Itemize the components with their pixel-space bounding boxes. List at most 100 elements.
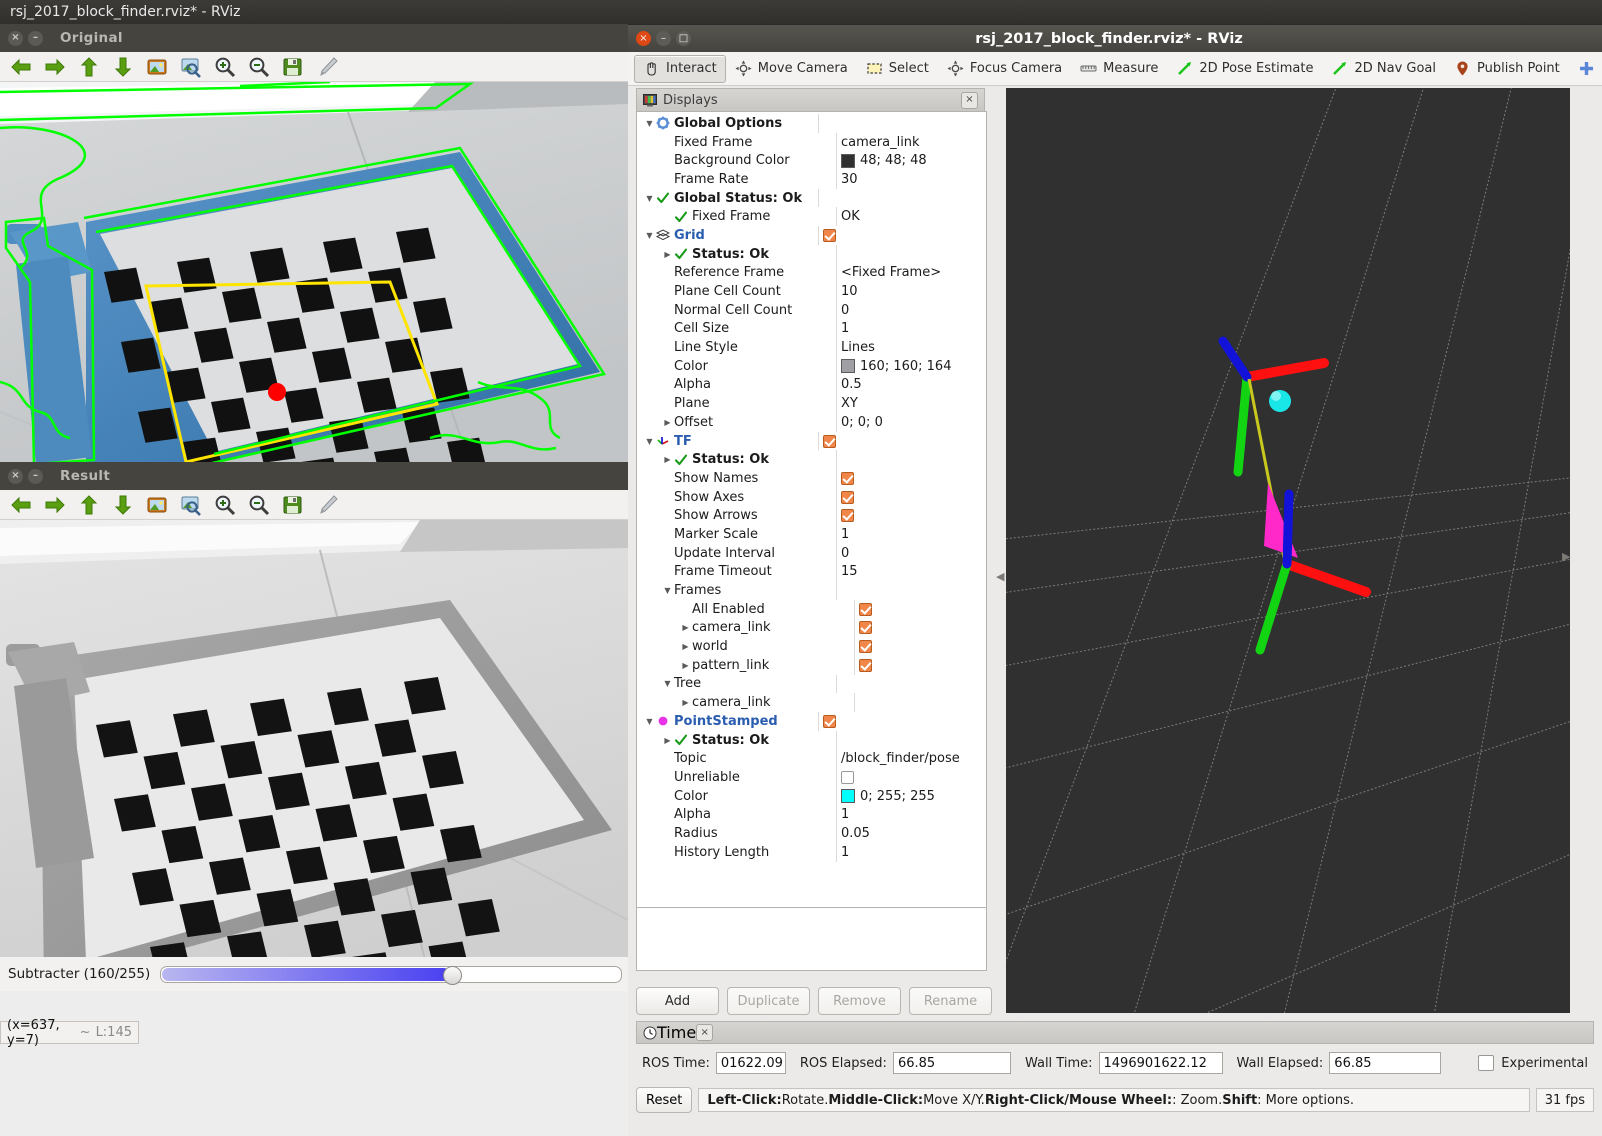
tree-row-checkbox[interactable] [859,640,872,654]
up-arrow-icon[interactable] [72,491,106,519]
tree-row-checkbox[interactable] [823,434,836,448]
twisty-expanded-icon[interactable]: ▼ [643,231,656,240]
tool-measure[interactable]: Measure [1071,55,1167,83]
color-swatch[interactable] [841,153,855,168]
tree-row-tf[interactable]: ▼ TF [637,431,975,451]
original-image-viewport[interactable] [0,82,628,464]
subtracter-slider-row[interactable]: Subtracter (160/255) [0,957,628,991]
tree-row-plane[interactable]: Plane XY [637,394,975,413]
back-arrow-icon[interactable] [4,491,38,519]
twisty-expanded-icon[interactable]: ▼ [643,119,656,128]
twisty-collapsed-icon[interactable]: ▶ [661,418,674,427]
tree-row-unreliable[interactable]: Unreliable [637,768,975,787]
time-field-input[interactable]: 66.85 [1329,1052,1442,1074]
tree-row-pattern-link[interactable]: ▶ pattern_link [637,655,975,675]
tree-row-checkbox[interactable] [841,471,854,485]
tree-row-history-length[interactable]: History Length 1 [637,842,975,862]
tree-row-reference-frame[interactable]: Reference Frame <Fixed Frame> [637,263,975,283]
twisty-expanded-icon[interactable]: ▼ [643,717,656,726]
tree-row-alpha[interactable]: Alpha 1 [637,805,975,825]
tree-row-checkbox[interactable] [859,602,872,616]
time-field-input[interactable]: 66.85 [892,1052,1011,1074]
tree-row-checkbox[interactable] [841,509,854,523]
zoom-in-icon[interactable] [208,491,242,519]
zoom-out-icon[interactable] [242,53,276,81]
tree-row-pointstamped[interactable]: ▼ PointStamped [637,712,975,731]
tree-row-camera-link[interactable]: ▶ camera_link [637,618,975,638]
tree-row-status-ok[interactable]: ▶ Status: Ok [637,730,975,750]
tool-move-camera[interactable]: Move Camera [726,55,857,83]
twisty-expanded-icon[interactable]: ▼ [661,679,674,688]
twisty-collapsed-icon[interactable]: ▶ [679,623,692,632]
tree-row-update-interval[interactable]: Update Interval 0 [637,543,975,563]
tree-row-status-ok[interactable]: ▶ Status: Ok [637,450,975,470]
tree-row-camera-link[interactable]: ▶ camera_link [637,693,975,712]
color-swatch[interactable] [841,359,855,374]
subtracter-slider-knob[interactable] [443,965,463,985]
tree-row-color[interactable]: Color 0; 255; 255 [637,786,975,806]
tool-publish-point[interactable]: Publish Point [1445,55,1569,83]
tree-row-checkbox[interactable] [823,228,836,242]
result-minimize-button[interactable]: – [28,468,43,484]
tree-row-checkbox[interactable] [841,490,854,504]
tree-row-global-status-ok[interactable]: ▼ Global Status: Ok [637,188,975,208]
original-minimize-button[interactable]: – [28,30,43,46]
forward-arrow-icon[interactable] [38,53,72,81]
image-icon[interactable] [140,53,174,81]
tree-row-all-enabled[interactable]: All Enabled [637,599,975,619]
rviz-titlebar[interactable]: × – □ rsj_2017_block_finder.rviz* - RViz [628,25,1602,52]
tree-row-tree[interactable]: ▼ Tree [637,674,975,694]
back-arrow-icon[interactable] [4,53,38,81]
brush-icon[interactable] [310,491,344,519]
plus-button[interactable] [1569,55,1602,83]
tree-row-status-ok[interactable]: ▶ Status: Ok [637,244,975,264]
tree-row-color[interactable]: Color 160; 160; 164 [637,356,975,376]
result-close-button[interactable]: × [8,468,23,484]
twisty-expanded-icon[interactable]: ▼ [643,194,656,203]
twisty-expanded-icon[interactable]: ▼ [643,437,656,446]
left-collapse-arrow-icon[interactable]: ◀ [996,570,1004,583]
add-button[interactable]: Add [636,987,719,1015]
color-swatch[interactable] [841,789,855,804]
tree-row-global-options[interactable]: ▼ Global Options [637,114,975,133]
time-fields-row[interactable]: ROS Time: 01622.09 ROS Elapsed: 66.85 Wall T… [636,1051,1594,1075]
tree-row-grid[interactable]: ▼ Grid [637,226,975,245]
tree-row-radius[interactable]: Radius 0.05 [637,824,975,843]
tree-row-marker-scale[interactable]: Marker Scale 1 [637,525,975,544]
time-field-input[interactable]: 1496901622.12 [1098,1052,1223,1074]
up-arrow-icon[interactable] [72,53,106,81]
tree-row-show-names[interactable]: Show Names [637,469,975,488]
tree-row-offset[interactable]: ▶ Offset 0; 0; 0 [637,413,975,432]
zoom-in-icon[interactable] [208,53,242,81]
tree-row-line-style[interactable]: Line Style Lines [637,338,975,357]
down-arrow-icon[interactable] [106,53,140,81]
brush-icon[interactable] [310,53,344,81]
result-window-titlebar[interactable]: × – Result [0,462,628,490]
tree-row-frames[interactable]: ▼ Frames [637,581,975,600]
rviz-maximize-button[interactable]: □ [676,31,691,46]
rviz-minimize-button[interactable]: – [656,31,671,46]
tree-row-plane-cell-count[interactable]: Plane Cell Count 10 [637,282,975,301]
original-toolbar[interactable] [0,52,628,82]
3d-viewport[interactable]: world camera_link [1006,88,1570,1013]
twisty-collapsed-icon[interactable]: ▶ [679,642,692,651]
tree-row-topic[interactable]: Topic/block_finder/pose [637,749,975,769]
tool-2d-nav-goal[interactable]: 2D Nav Goal [1322,55,1445,83]
tree-row-normal-cell-count[interactable]: Normal Cell Count 0 [637,300,975,320]
right-collapse-arrow-icon[interactable]: ▶ [1562,550,1570,563]
tree-row-frame-rate[interactable]: Frame Rate 30 [637,170,975,189]
tree-row-fixed-frame[interactable]: Fixed Frame camera_link [637,132,975,152]
tree-row-show-arrows[interactable]: Show Arrows [637,506,975,526]
tree-row-checkbox[interactable] [823,714,836,728]
tree-row-checkbox[interactable] [859,658,872,672]
displays-tree[interactable]: ▼ Global Options Fixed Frame camera_link Bac… [636,111,987,927]
image-icon[interactable] [140,491,174,519]
result-toolbar[interactable] [0,490,628,520]
original-window-titlebar[interactable]: × – Original [0,24,628,52]
forward-arrow-icon[interactable] [38,491,72,519]
tree-row-world[interactable]: ▶ world [637,637,975,656]
rviz-close-button[interactable]: × [636,31,651,46]
twisty-expanded-icon[interactable]: ▼ [661,586,674,595]
tree-row-checkbox[interactable] [841,770,854,784]
result-image-viewport[interactable] [0,520,628,987]
